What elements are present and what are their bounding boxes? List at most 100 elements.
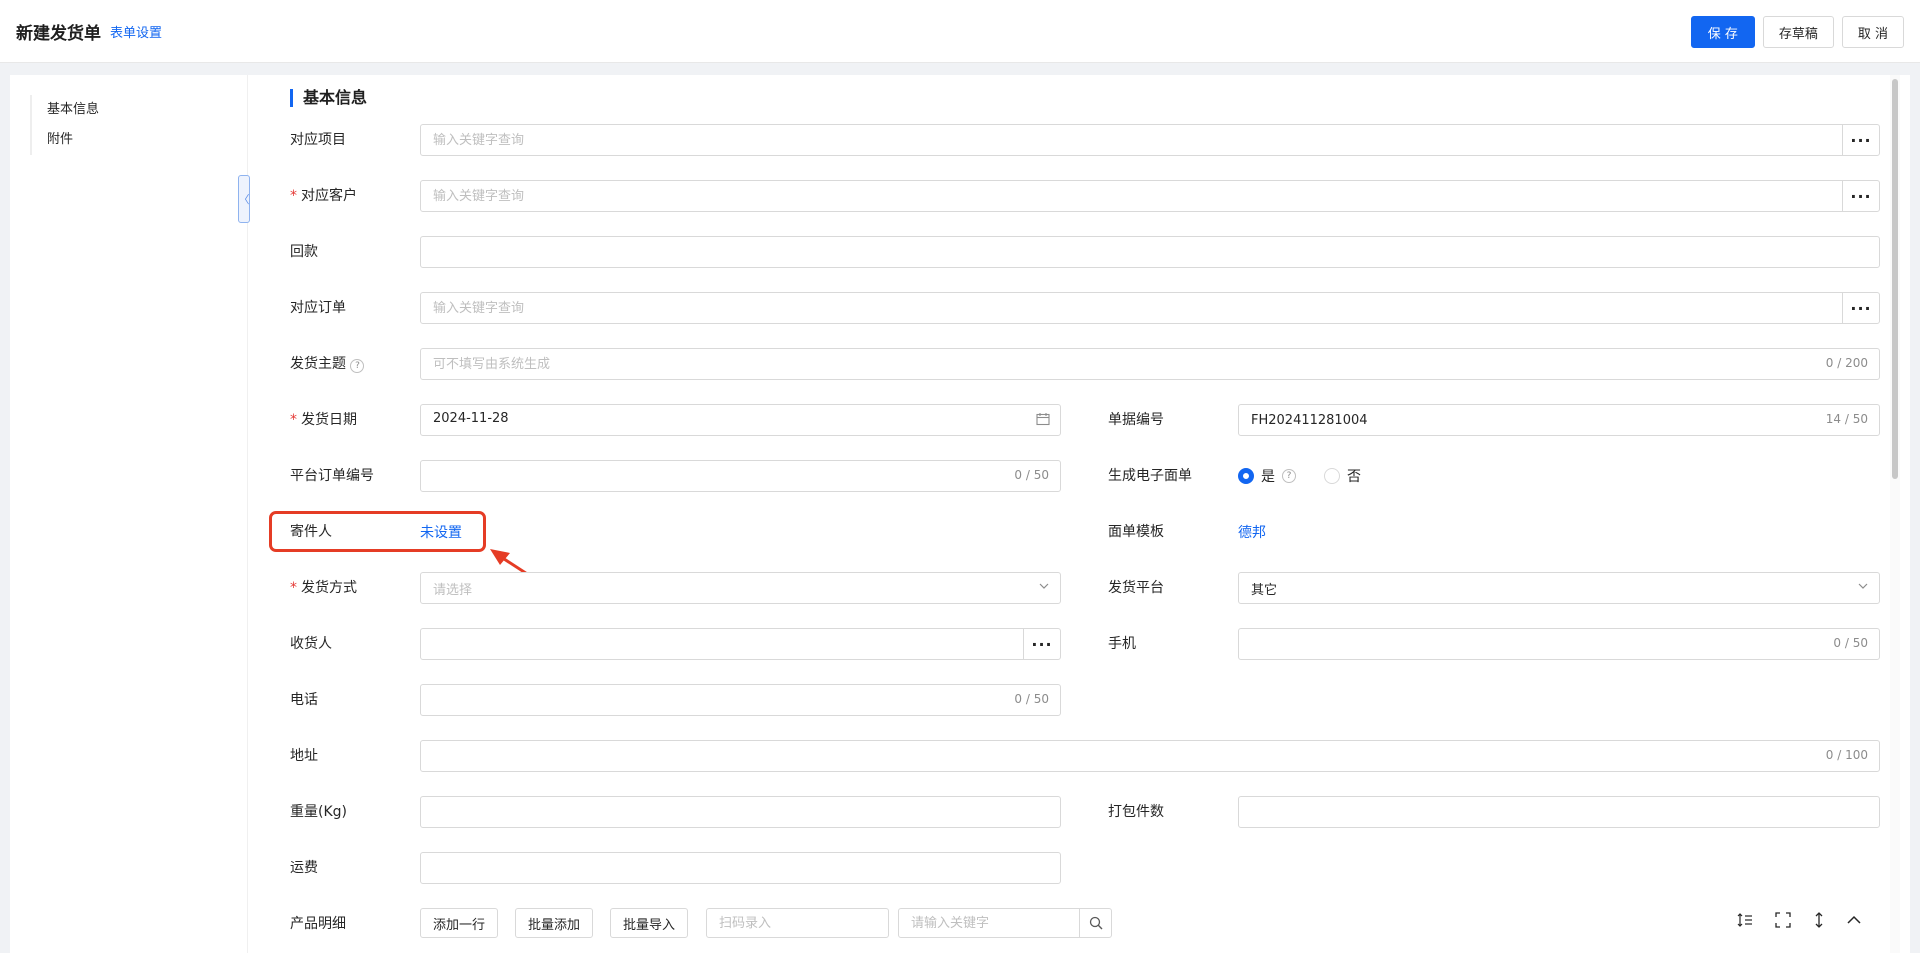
order-field: ··· <box>420 292 1880 324</box>
subject-counter: 0 / 200 <box>1825 356 1868 370</box>
batch-import-button[interactable]: 批量导入 <box>610 908 689 938</box>
cancel-button[interactable]: 取 消 <box>1841 16 1904 48</box>
chevron-down-icon <box>1857 580 1869 596</box>
customer-input[interactable] <box>421 181 1879 211</box>
subject-input[interactable] <box>421 349 1879 379</box>
content-area: 基本信息 附件 〈 基本信息 对应项目 ··· *对应客户 ··· 回款 对应订… <box>10 75 1910 953</box>
ship-platform-select[interactable]: 其它 <box>1238 572 1880 604</box>
form-settings-link[interactable]: 表单设置 <box>110 22 162 41</box>
batch-add-button[interactable]: 批量添加 <box>515 908 594 938</box>
receiver-label: 收货人 <box>290 636 332 652</box>
e-waybill-no-radio[interactable]: 否 <box>1324 466 1361 486</box>
e-waybill-yes-radio[interactable]: 是 ? <box>1238 466 1296 486</box>
product-search-field <box>898 908 1112 938</box>
ship-date-field[interactable]: 2024-11-28 <box>420 404 1061 436</box>
ship-platform-value: 其它 <box>1251 583 1278 598</box>
phone-field: 0 / 50 <box>420 684 1061 716</box>
customer-label-text: 对应客户 <box>301 188 357 204</box>
address-input[interactable] <box>421 741 1879 771</box>
ship-method-label: * 发货方式 <box>290 578 357 598</box>
project-label: 对应项目 <box>290 132 346 148</box>
sidebar-nav: 基本信息 附件 <box>30 95 99 155</box>
waybill-template-label: 面单模板 <box>1108 524 1164 540</box>
sidebar: 基本信息 附件 〈 <box>10 75 250 953</box>
top-actions: 保 存 存草稿 取 消 <box>1690 16 1904 48</box>
annotation-highlight-box <box>269 511 486 552</box>
ship-method-label-text: 发货方式 <box>301 580 357 596</box>
mobile-input[interactable] <box>1239 629 1879 659</box>
radio-unchecked-icon <box>1324 468 1340 484</box>
freight-input[interactable] <box>421 853 1060 883</box>
required-mark: * <box>290 580 297 596</box>
section-title: 基本信息 <box>290 89 367 107</box>
mobile-label: 手机 <box>1108 636 1136 652</box>
fullscreen-icon[interactable] <box>1771 908 1795 932</box>
scrollbar-thumb[interactable] <box>1892 79 1898 479</box>
ship-date-label-text: 发货日期 <box>301 412 357 428</box>
ship-method-placeholder: 请选择 <box>433 583 473 598</box>
packages-field <box>1238 796 1880 828</box>
packages-label: 打包件数 <box>1108 804 1164 820</box>
payment-field <box>420 236 1880 268</box>
help-icon[interactable]: ? <box>350 359 365 373</box>
address-field: 0 / 100 <box>420 740 1880 772</box>
e-waybill-yes-label: 是 <box>1261 469 1275 485</box>
order-input[interactable] <box>421 293 1879 323</box>
packages-input[interactable] <box>1239 797 1879 827</box>
phone-counter: 0 / 50 <box>1014 692 1049 706</box>
sidebar-item-basic-info[interactable]: 基本信息 <box>47 95 99 125</box>
weight-field <box>420 796 1061 828</box>
platform-order-no-field: 0 / 50 <box>420 460 1061 492</box>
chevron-down-icon <box>1038 580 1050 596</box>
platform-order-no-counter: 0 / 50 <box>1014 468 1049 482</box>
payment-input[interactable] <box>421 237 1879 267</box>
customer-label: * 对应客户 <box>290 186 357 206</box>
scrollbar[interactable] <box>1890 75 1900 953</box>
help-icon[interactable]: ? <box>1282 469 1296 483</box>
doc-no-field: 14 / 50 <box>1238 404 1880 436</box>
platform-order-no-input[interactable] <box>421 461 1060 491</box>
required-mark: * <box>290 188 297 204</box>
phone-label: 电话 <box>290 692 318 708</box>
order-more-button[interactable]: ··· <box>1842 293 1879 323</box>
order-label: 对应订单 <box>290 300 346 316</box>
subject-label-text: 发货主题 <box>290 356 346 372</box>
payment-label: 回款 <box>290 244 318 260</box>
doc-no-counter: 14 / 50 <box>1825 412 1868 426</box>
ship-date-value: 2024-11-28 <box>433 411 509 426</box>
scan-input[interactable] <box>707 909 888 937</box>
project-input[interactable] <box>421 125 1879 155</box>
expand-vertical-icon[interactable] <box>1807 908 1831 932</box>
receiver-field: ··· <box>420 628 1061 660</box>
receiver-more-button[interactable]: ··· <box>1023 629 1060 659</box>
product-search-input[interactable] <box>899 909 1079 937</box>
platform-order-no-label: 平台订单编号 <box>290 468 374 484</box>
calendar-icon[interactable] <box>1036 412 1050 430</box>
row-height-icon[interactable] <box>1733 908 1757 932</box>
receiver-input[interactable] <box>421 629 1060 659</box>
doc-no-input[interactable] <box>1239 405 1879 435</box>
e-waybill-label: 生成电子面单 <box>1108 468 1192 484</box>
sidebar-item-attachments[interactable]: 附件 <box>47 125 99 155</box>
form-main: 基本信息 对应项目 ··· *对应客户 ··· 回款 对应订单 ··· 发货主题… <box>248 75 1900 953</box>
ship-method-select[interactable]: 请选择 <box>420 572 1061 604</box>
subject-label: 发货主题 ? <box>290 354 365 374</box>
project-more-button[interactable]: ··· <box>1842 125 1879 155</box>
top-bar: 新建发货单 表单设置 保 存 存草稿 取 消 <box>0 0 1920 63</box>
customer-field: ··· <box>420 180 1880 212</box>
add-row-button[interactable]: 添加一行 <box>420 908 499 938</box>
mobile-counter: 0 / 50 <box>1833 636 1868 650</box>
waybill-template-link[interactable]: 德邦 <box>1238 522 1266 542</box>
mobile-field: 0 / 50 <box>1238 628 1880 660</box>
save-button[interactable]: 保 存 <box>1690 16 1755 48</box>
scan-input-field <box>706 908 889 938</box>
search-icon[interactable] <box>1079 909 1111 937</box>
phone-input[interactable] <box>421 685 1060 715</box>
chevron-up-icon[interactable] <box>1842 908 1866 932</box>
radio-checked-icon <box>1238 468 1254 484</box>
freight-label: 运费 <box>290 860 318 876</box>
freight-field <box>420 852 1061 884</box>
save-draft-button[interactable]: 存草稿 <box>1762 16 1834 48</box>
weight-input[interactable] <box>421 797 1060 827</box>
customer-more-button[interactable]: ··· <box>1842 181 1879 211</box>
